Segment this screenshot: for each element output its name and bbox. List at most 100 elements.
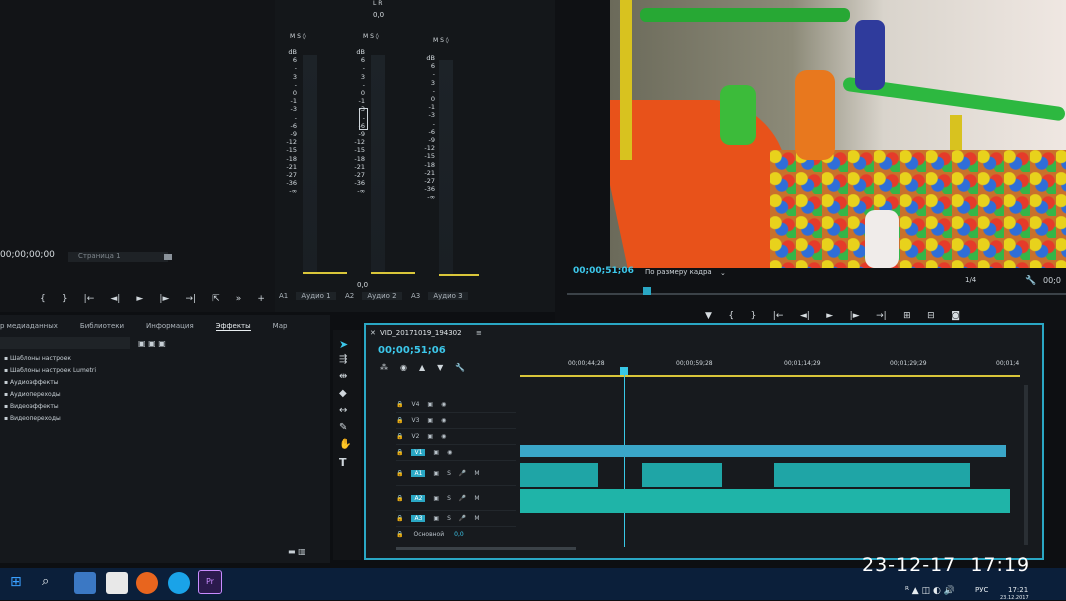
system-tray-icons[interactable]: ᴿ ▲ ◫ ◐ 🔊 [905, 586, 955, 596]
mic-icon[interactable]: 🎤 [459, 515, 466, 522]
tab-markers[interactable]: Мар [273, 322, 288, 331]
mixer-header-value[interactable]: 0,0 [373, 11, 384, 19]
lift-icon[interactable]: ⊞ [903, 311, 911, 321]
mute-solo-record-a1[interactable]: M S ◊ [290, 33, 306, 40]
eye-icon[interactable]: ◉ [441, 401, 446, 408]
close-sequence-icon[interactable]: ✕ [370, 329, 376, 337]
audio-clip-a1-3[interactable] [774, 463, 970, 487]
track-header-a3[interactable]: 🔒 A3 ▣ S 🎤 M [396, 511, 516, 527]
timeline-playhead[interactable] [624, 367, 625, 547]
linked-selection-icon[interactable]: ◉ [400, 363, 407, 372]
monitor-icon[interactable]: M [474, 470, 479, 477]
mark-in-icon[interactable]: { [728, 311, 734, 321]
hand-tool-icon[interactable]: ✋ [339, 439, 351, 450]
add-marker-timeline-icon[interactable]: ▲ [419, 363, 425, 372]
lock-icon[interactable]: 🔒 [396, 515, 403, 522]
go-to-out-button[interactable]: →| [185, 294, 196, 304]
add-marker-icon[interactable]: ▼ [705, 311, 712, 321]
tree-item-presets[interactable]: ▪ Шаблоны настроек [4, 355, 96, 367]
program-timecode[interactable]: 00;00;51;06 [573, 266, 634, 276]
tab-info[interactable]: Информация [146, 322, 194, 331]
channel-name-a2[interactable]: Аудио 2 [362, 292, 402, 300]
eye-icon[interactable]: ◉ [441, 417, 446, 424]
lock-icon[interactable]: 🔒 [396, 417, 403, 424]
mute-icon[interactable]: ▣ [433, 470, 439, 477]
tree-item-lumetri[interactable]: ▪ Шаблоны настроек Lumetri [4, 367, 96, 379]
track-header-v1[interactable]: 🔒 V1 ▣ ◉ [396, 445, 516, 461]
track-header-a1[interactable]: 🔒 A1 ▣ S 🎤 M [396, 461, 516, 486]
mute-solo-record-a3[interactable]: M S ◊ [433, 37, 449, 44]
monitor-icon[interactable]: M [474, 495, 479, 502]
mic-icon[interactable]: 🎤 [459, 495, 466, 502]
sequence-menu-icon[interactable]: ≡ [476, 329, 482, 337]
mute-icon[interactable]: ▣ [433, 515, 439, 522]
playhead-handle[interactable] [620, 367, 628, 375]
fit-dropdown[interactable]: По размеру кадра [645, 268, 712, 276]
channel-name-a1[interactable]: Аудио 1 [296, 292, 336, 300]
file-explorer-icon[interactable] [74, 572, 96, 594]
wrench-icon[interactable]: 🔧 [1025, 276, 1036, 286]
channel-name-a3[interactable]: Аудио 3 [428, 292, 468, 300]
export-frame-button[interactable]: ⇱ [212, 294, 220, 304]
more-controls-button[interactable]: » [236, 294, 242, 304]
razor-tool-icon[interactable]: ◆ [339, 388, 347, 399]
windows-start-icon[interactable]: ⊞ [10, 574, 22, 590]
solo-icon[interactable]: S [447, 470, 451, 477]
work-area-bar[interactable] [520, 375, 1020, 377]
tree-item-video-effects[interactable]: ▪ Видеоэффекты [4, 403, 96, 415]
solo-icon[interactable]: S [447, 495, 451, 502]
tab-media-browser[interactable]: р медиаданных [0, 322, 58, 331]
toggle-output-icon[interactable]: ▣ [427, 401, 433, 408]
horizontal-scrollbar[interactable] [396, 547, 576, 550]
track-header-v4[interactable]: 🔒 V4 ▣ ◉ [396, 397, 516, 413]
play-button[interactable]: ► [136, 294, 143, 304]
master-volume-value[interactable]: 0,0 [454, 531, 464, 538]
language-indicator[interactable]: РУС [975, 586, 988, 594]
play-icon[interactable]: ► [826, 311, 833, 321]
snap-icon[interactable]: ⁂ [380, 363, 388, 372]
source-timecode[interactable]: 00;00;00;00 [0, 250, 55, 260]
eye-icon[interactable]: ◉ [447, 449, 452, 456]
app-icon[interactable] [106, 572, 128, 594]
tree-item-audio-transitions[interactable]: ▪ Аудиопереходы [4, 391, 96, 403]
camera-icon[interactable]: ◙ [951, 311, 960, 321]
lock-icon[interactable]: 🔒 [396, 401, 403, 408]
firefox-icon[interactable] [136, 572, 158, 594]
taskbar-clock[interactable]: 17:21 [1008, 586, 1028, 594]
lock-icon[interactable]: 🔒 [396, 495, 403, 502]
tree-item-audio-effects[interactable]: ▪ Аудиоэффекты [4, 379, 96, 391]
step-back-button[interactable]: ◄| [110, 294, 120, 304]
effects-search-input[interactable] [0, 337, 130, 349]
selection-tool-icon[interactable]: ➤ [339, 338, 348, 351]
new-bin-icons[interactable]: ▣ ▣ ▣ [138, 339, 166, 348]
resolution-select[interactable]: 1/4 [965, 276, 976, 284]
toggle-output-icon[interactable]: ▣ [427, 433, 433, 440]
track-header-v2[interactable]: 🔒 V2 ▣ ◉ [396, 429, 516, 445]
audio-clip-a2[interactable] [520, 489, 1010, 513]
monitor-icon[interactable]: M [474, 515, 479, 522]
folder-trash-icons[interactable]: ▬ ▥ [288, 547, 306, 556]
tab-libraries[interactable]: Библиотеки [80, 322, 124, 331]
track-header-a2[interactable]: 🔒 A2 ▣ S 🎤 M [396, 486, 516, 511]
fit-dropdown-chevron-icon[interactable]: ⌄ [720, 269, 726, 277]
search-icon[interactable]: ⌕ [42, 574, 49, 589]
pen-tool-icon[interactable]: ✎ [339, 422, 347, 433]
extract-icon[interactable]: ⊟ [927, 311, 935, 321]
marker-icon[interactable]: ▼ [437, 363, 443, 372]
add-button[interactable]: + [257, 294, 265, 304]
eye-icon[interactable]: ◉ [441, 433, 446, 440]
mark-out-button[interactable]: } [62, 294, 68, 304]
time-ruler[interactable]: 00;00;44;28 00;00;59;28 00;01;14;29 00;0… [520, 360, 1020, 374]
go-to-in-button[interactable]: |← [84, 294, 95, 304]
skype-icon[interactable] [168, 572, 190, 594]
tree-item-video-transitions[interactable]: ▪ Видеопереходы [4, 415, 96, 427]
vertical-scrollbar[interactable] [1024, 385, 1028, 545]
lock-icon[interactable]: 🔒 [396, 449, 403, 456]
solo-icon[interactable]: S [447, 515, 451, 522]
slip-tool-icon[interactable]: ↔ [339, 405, 347, 416]
program-scrub-bar[interactable] [567, 293, 1066, 295]
timeline-timecode[interactable]: 00;00;51;06 [378, 345, 446, 356]
type-tool-icon[interactable]: T [339, 456, 347, 469]
ripple-edit-tool-icon[interactable]: ⇹ [339, 371, 347, 382]
lock-icon[interactable]: 🔒 [396, 531, 403, 538]
